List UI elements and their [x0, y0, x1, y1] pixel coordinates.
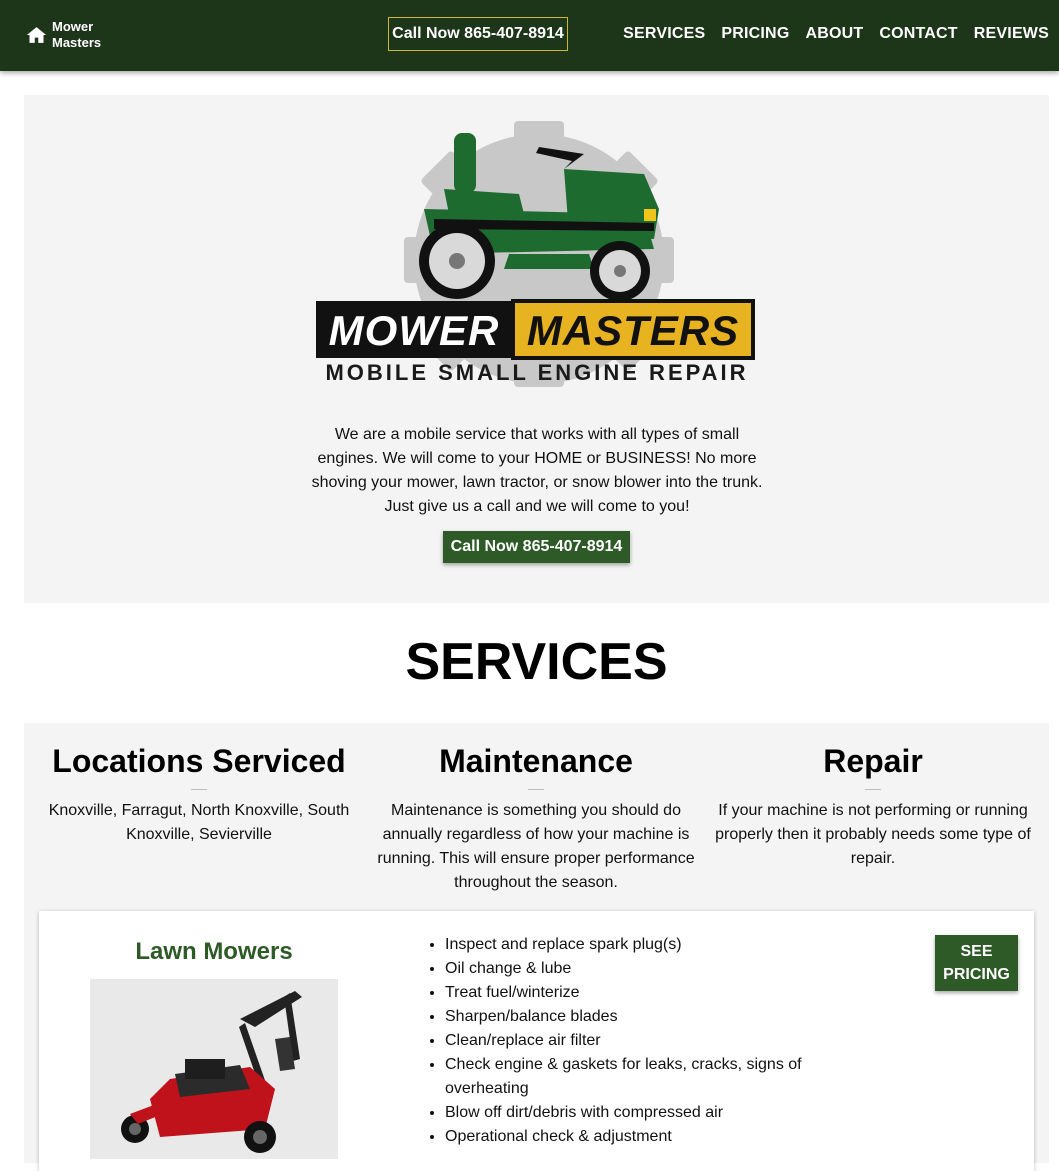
- brand-name: Mower Masters: [52, 19, 101, 51]
- nav-link-reviews[interactable]: REVIEWS: [974, 25, 1049, 43]
- nav-links: SERVICES PRICING ABOUT CONTACT REVIEWS: [623, 0, 1049, 68]
- nav-call-button[interactable]: Call Now 865-407-8914: [388, 17, 568, 51]
- list-item: Inspect and replace spark plug(s): [445, 933, 865, 957]
- service-column-title: Repair: [823, 743, 923, 779]
- logo-tagline: MOBILE SMALL ENGINE REPAIR: [325, 360, 749, 385]
- push-mower-icon: [121, 991, 302, 1153]
- hero-call-button[interactable]: Call Now 865-407-8914: [443, 531, 630, 563]
- divider: [528, 789, 544, 790]
- list-item: Oil change & lube: [445, 957, 865, 981]
- brand-line-1: Mower: [52, 19, 94, 34]
- service-column-title: Locations Serviced: [52, 743, 346, 779]
- services-heading: SERVICES: [405, 633, 668, 691]
- list-item: Check engine & gaskets for leaks, cracks…: [445, 1053, 865, 1101]
- service-column-text: Knoxville, Farragut, North Knoxville, So…: [48, 802, 350, 843]
- service-column-text: If your machine is not performing or run…: [715, 802, 1031, 867]
- brand-home-link[interactable]: Mower Masters: [26, 19, 101, 51]
- list-item: Blow off dirt/debris with compressed air: [445, 1101, 865, 1125]
- hero-section: MOWER MASTERS MOBILE SMALL ENGINE REPAIR…: [24, 95, 1049, 603]
- list-item: Treat fuel/winterize: [445, 981, 865, 1005]
- brand-line-2: Masters: [52, 35, 102, 50]
- see-pricing-line-2: PRICING: [943, 966, 1010, 983]
- logo-word-masters: MASTERS: [527, 307, 739, 354]
- service-column-repair: Repair If your machine is not performing…: [708, 741, 1038, 871]
- list-item: Sharpen/balance blades: [445, 1005, 865, 1029]
- service-column-maintenance: Maintenance Maintenance is something you…: [371, 741, 701, 895]
- see-pricing-line-1: SEE: [960, 943, 993, 960]
- divider: [191, 789, 207, 790]
- maintenance-task-list: Inspect and replace spark plug(s) Oil ch…: [427, 933, 865, 1149]
- service-card-title: Lawn Mowers: [135, 938, 293, 965]
- service-column-text: Maintenance is something you should do a…: [377, 802, 695, 891]
- mower-masters-logo: MOWER MASTERS: [316, 121, 755, 387]
- nav-link-about[interactable]: ABOUT: [805, 25, 863, 43]
- home-icon: [26, 27, 47, 43]
- service-column-locations: Locations Serviced Knoxville, Farragut, …: [34, 741, 364, 847]
- see-pricing-button[interactable]: SEE PRICING: [935, 935, 1018, 991]
- logo-word-mower: MOWER: [329, 307, 500, 354]
- hero-description: We are a mobile service that works with …: [311, 426, 763, 515]
- divider: [865, 789, 881, 790]
- service-card-lawn-mowers: Lawn Mowers Inspect and replace spark pl…: [39, 911, 1034, 1171]
- lawn-mower-image: [90, 979, 338, 1159]
- nav-link-contact[interactable]: CONTACT: [879, 25, 957, 43]
- service-column-title: Maintenance: [439, 743, 633, 779]
- nav-link-pricing[interactable]: PRICING: [721, 25, 789, 43]
- list-item: Operational check & adjustment: [445, 1125, 865, 1149]
- nav-link-services[interactable]: SERVICES: [623, 25, 705, 43]
- top-navbar: Mower Masters Call Now 865-407-8914 SERV…: [0, 0, 1059, 71]
- list-item: Clean/replace air filter: [445, 1029, 865, 1053]
